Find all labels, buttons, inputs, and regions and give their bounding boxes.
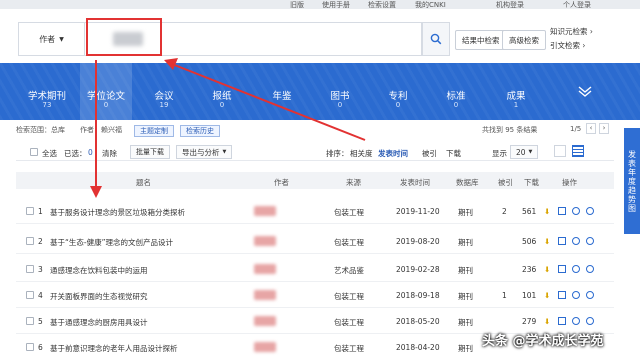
watermark: 头条 @学术成长学苑	[482, 334, 604, 349]
annotation-arrows	[90, 58, 366, 198]
annual-trend-label: 发表年度趋势图	[627, 149, 637, 213]
annual-trend-panel[interactable]: 发表年度趋势图	[624, 128, 640, 234]
